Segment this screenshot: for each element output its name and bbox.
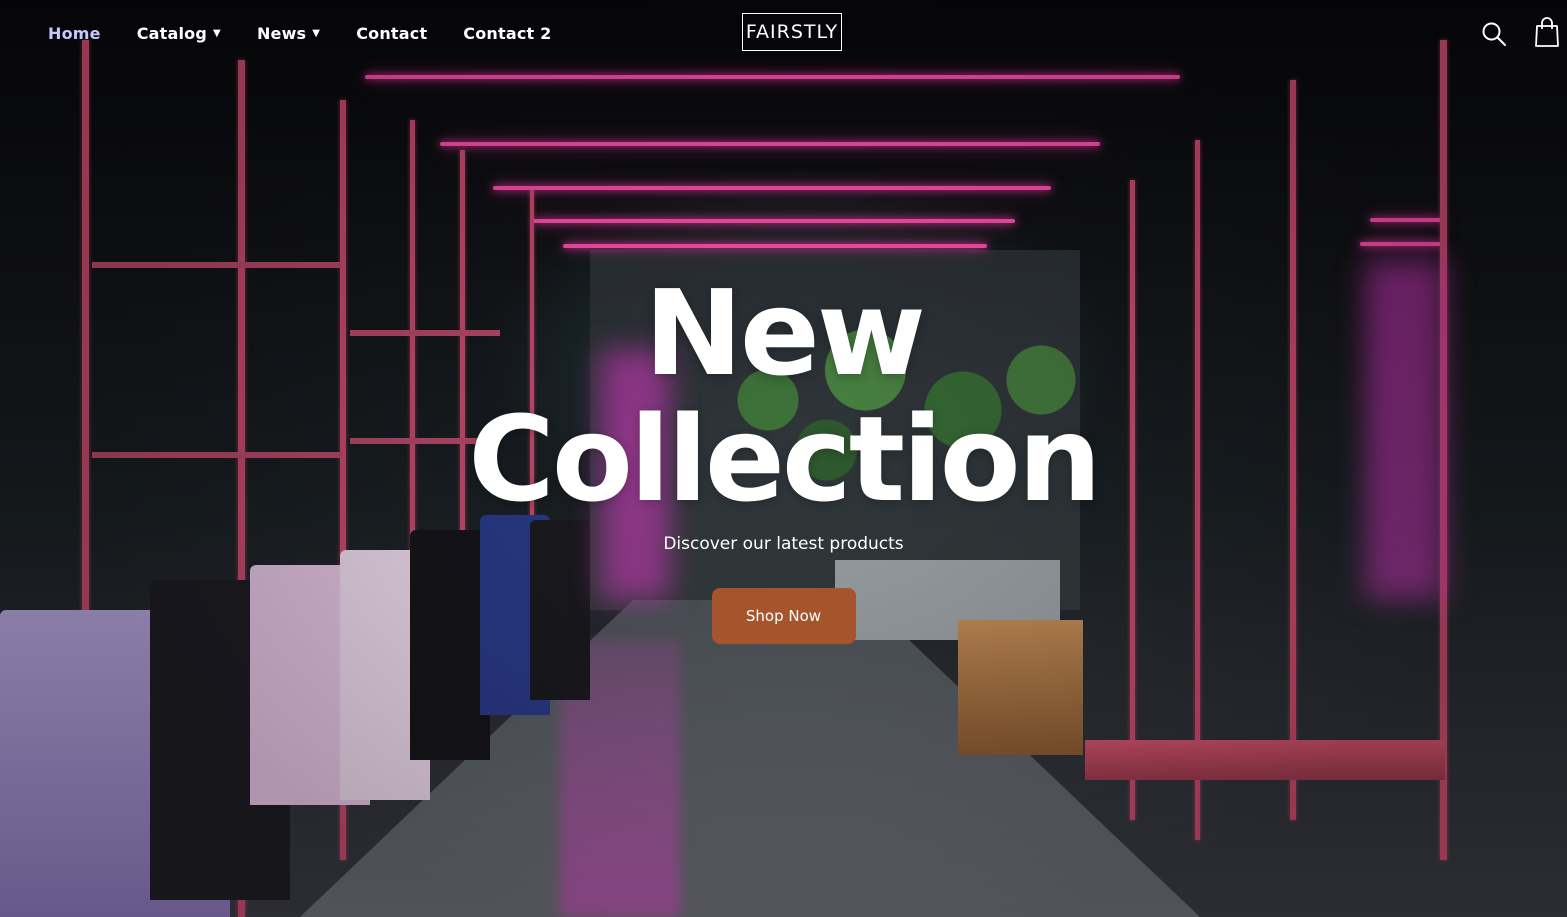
shopping-bag-icon	[1535, 17, 1559, 47]
nav-item-label: Catalog	[136, 23, 208, 43]
shop-now-button[interactable]: Shop Now	[711, 588, 856, 644]
search-button[interactable]	[1480, 20, 1508, 48]
nav-item-catalog[interactable]: Catalog ▼	[137, 22, 221, 44]
hero-title: New Collection	[468, 270, 1101, 522]
nav-item-contact[interactable]: Contact	[356, 22, 427, 44]
nav-item-contact-2[interactable]: Contact 2	[463, 22, 551, 44]
hero-title-line1: New	[644, 264, 926, 402]
hero-title-line2: Collection	[468, 390, 1101, 528]
nav-item-news[interactable]: News ▼	[257, 22, 320, 44]
nav-item-label: Contact 2	[463, 23, 552, 43]
brand-logo[interactable]: FAIRSTLY	[742, 13, 842, 51]
hero-subtitle: Discover our latest products	[663, 534, 904, 554]
hero-section: New Collection Discover our latest produ…	[0, 270, 1567, 644]
nav-item-label: Contact	[356, 23, 428, 43]
cart-button[interactable]	[1533, 16, 1561, 48]
chevron-down-icon: ▼	[312, 27, 321, 39]
nav-item-label: Home	[48, 23, 101, 43]
main-nav: Home Catalog ▼ News ▼ Contact Contact 2	[48, 22, 588, 44]
search-icon	[1482, 22, 1506, 46]
nav-item-home[interactable]: Home	[48, 22, 101, 44]
chevron-down-icon: ▼	[213, 27, 221, 39]
site-header: Home Catalog ▼ News ▼ Contact Contact 2 …	[0, 0, 1567, 68]
nav-item-label: News	[256, 23, 307, 43]
